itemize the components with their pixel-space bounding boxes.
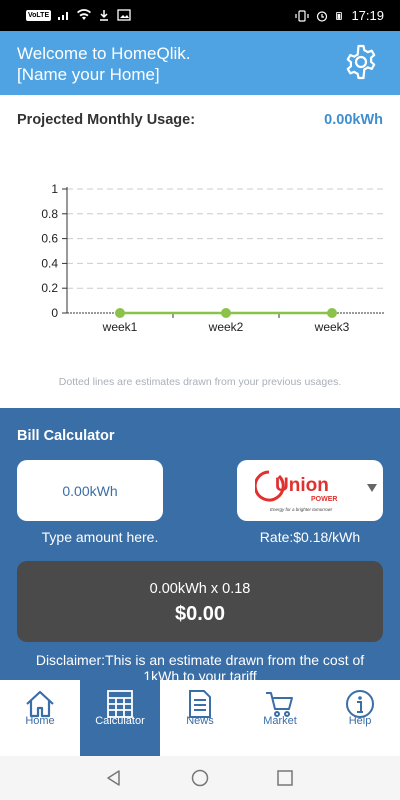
download-icon [100,10,109,21]
signal-icon [58,12,69,20]
volte-icon: VoLTE [26,9,52,21]
nav-home-label: Home [25,715,55,727]
nav-news-label: News [186,715,214,727]
y-tick-label: 0.4 [41,256,58,270]
nav-help-label: Help [348,715,372,727]
result-box: 0.00kWh x 0.18 $0.00 [17,561,383,642]
app-header: Welcome to HomeQlik. [Name your Home] [0,31,400,95]
x-tick-label: week1 [102,320,138,334]
chevron-down-icon[interactable] [367,483,377,493]
y-tick-label: 0.2 [41,281,58,295]
kwh-caption: Type amount here. [41,529,159,545]
result-formula: 0.00kWh x 0.18 [149,581,251,597]
back-icon[interactable] [105,769,123,787]
bill-calculator: Bill Calculator 0.00kWh Type amount here… [0,408,400,680]
disclaimer: Disclaimer:This is an estimate drawn fro… [35,652,365,680]
data-point [115,308,125,318]
home-name-link[interactable]: [Name your Home] [17,64,191,85]
y-tick-label: 0 [51,306,58,320]
header-title: Welcome to HomeQlik. [Name your Home] [17,43,191,85]
gear-icon[interactable] [342,43,380,81]
result-total: $0.00 [174,603,226,625]
nav-help[interactable]: Help [320,680,400,756]
logo-name: Union [275,475,329,496]
nav-calculator[interactable]: Calculator [80,680,160,756]
nav-market[interactable]: Market [240,680,320,756]
nav-home[interactable]: Home [0,680,80,756]
nav-calculator-label: Calculator [95,715,145,727]
wifi-icon [77,9,92,20]
y-tick-label: 0.6 [41,232,58,246]
kwh-input[interactable]: 0.00kWh [17,460,163,521]
battery-icon [336,11,343,20]
recents-icon[interactable] [276,769,294,787]
data-point [327,308,337,318]
logo-tagline: Energy for a brighter tomorrow! [270,507,333,512]
welcome-text: Welcome to HomeQlik. [17,44,191,63]
x-tick-label: week3 [314,320,350,334]
vibrate-icon [295,9,310,22]
nav-news[interactable]: News [160,680,240,756]
status-bar: VoLTE 17:19 [0,0,400,31]
provider-select[interactable]: Union POWER Energy for a brighter tomorr… [237,460,383,521]
union-power-logo: Union POWER Energy for a brighter tomorr… [255,470,337,512]
image-icon [117,9,131,21]
usage-chart: 0 0.2 0.4 0.6 0.8 1 week1 week2 week3 [41,182,385,334]
nav-market-label: Market [263,715,297,727]
chart-note: Dotted lines are estimates drawn from yo… [58,376,342,388]
bottom-nav: Home Calculator News Market Help [0,680,400,756]
status-time: 17:19 [351,8,384,23]
y-tick-label: 1 [51,182,58,196]
bill-title: Bill Calculator [17,428,115,444]
rate-caption: Rate:$0.18/kWh [259,529,361,545]
system-nav-bar [0,756,400,800]
home-circle-icon[interactable] [191,769,209,787]
alarm-icon [317,10,328,22]
usage-label: Projected Monthly Usage: [17,112,196,128]
logo-sub: POWER [311,496,337,503]
y-tick-label: 0.8 [41,207,58,221]
data-point [221,308,231,318]
x-tick-label: week2 [208,320,244,334]
usage-value: 0.00kWh [324,112,383,128]
